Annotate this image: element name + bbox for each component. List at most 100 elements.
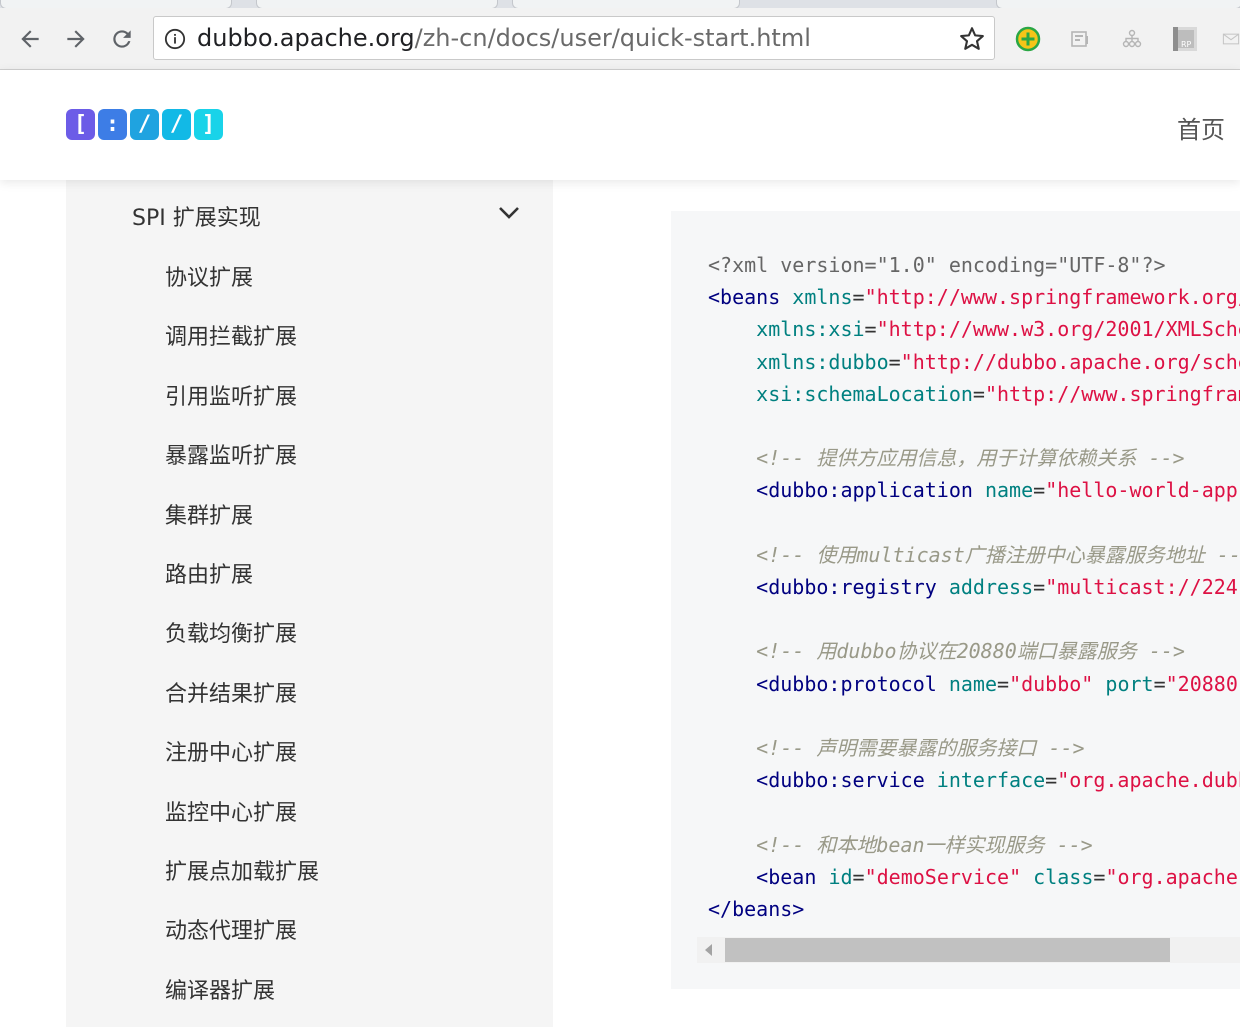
extension-icon: [1015, 26, 1041, 52]
code-token: =: [1045, 768, 1058, 793]
code-token: "org.apache.dubbo.demo.DemoService": [1057, 768, 1240, 793]
code-token: <dubbo:registry: [756, 575, 937, 600]
horizontal-scrollbar[interactable]: [697, 937, 1240, 963]
code-token: name: [948, 671, 998, 696]
code-line: <?xml version="1.0" encoding="UTF-8"?>: [708, 253, 1166, 277]
sidebar-item[interactable]: 协议扩展: [165, 260, 253, 292]
code-line: </beans>: [708, 897, 804, 921]
code-line: xmlns:xsi="http://www.w3.org/2001/XMLSch…: [708, 317, 1240, 341]
sidebar-item[interactable]: 调用拦截扩展: [165, 319, 297, 351]
code-token: xmlns:dubbo: [756, 349, 889, 374]
code-token: <?xml version="1.0" encoding="UTF-8"?>: [708, 253, 1166, 277]
dubbo-logo[interactable]: [ : / / ]: [66, 109, 223, 140]
sidebar-item[interactable]: 引用监听扩展: [165, 379, 297, 411]
browser-toolbar: dubbo.apache.org/zh-cn/docs/user/quick-s…: [0, 8, 1240, 70]
code-token: =: [972, 381, 985, 406]
svg-text:RP: RP: [1181, 40, 1192, 49]
info-icon[interactable]: [164, 28, 186, 50]
logo-glyph: [: [66, 109, 95, 140]
code-line: <!-- 和本地bean一样实现服务 -->: [708, 833, 1093, 857]
address-bar[interactable]: dubbo.apache.org/zh-cn/docs/user/quick-s…: [153, 16, 995, 60]
docs-sidebar: SPI 扩展实现 协议扩展调用拦截扩展 引用监听扩展 暴露监听扩展 集群扩展路由扩展负…: [66, 180, 553, 1027]
sidebar-item[interactable]: 动态代理扩展: [165, 913, 297, 945]
code-token: interface: [936, 768, 1046, 793]
reload-button[interactable]: [105, 22, 139, 56]
code-token: =: [852, 285, 865, 310]
sitemap-icon: [1122, 29, 1142, 48]
code-line: <beans xmlns="http://www.springframework…: [708, 285, 1240, 309]
star-icon[interactable]: [958, 25, 986, 53]
nav-home-link[interactable]: 首页: [1177, 110, 1225, 145]
code-block: <?xml version="1.0" encoding="UTF-8"?> <…: [671, 211, 1240, 989]
forward-button[interactable]: [59, 22, 93, 56]
code-token: "http://dubbo.apache.org/schema/dubbo": [900, 349, 1240, 374]
code-token: =: [1153, 671, 1166, 696]
code-content: <?xml version="1.0" encoding="UTF-8"?> <…: [708, 249, 1240, 925]
code-token: =: [997, 671, 1010, 696]
sidebar-item[interactable]: 编译器扩展: [165, 973, 275, 1005]
code-token: "multicast://224.5.6.7:1234": [1045, 575, 1240, 600]
back-button[interactable]: [13, 22, 47, 56]
code-token: =: [1033, 575, 1046, 600]
code-line: <dubbo:service interface="org.apache.dub…: [708, 768, 1240, 792]
code-token: "hello-world-app": [1045, 478, 1240, 503]
scrollbar-thumb[interactable]: [725, 938, 1170, 962]
sidebar-item[interactable]: 注册中心扩展: [165, 735, 297, 767]
logo-glyph: :: [98, 109, 127, 140]
chevron-down-icon[interactable]: [498, 206, 520, 220]
code-line: <!-- 用dubbo协议在20880端口暴露服务 -->: [708, 639, 1185, 663]
code-line: <dubbo:protocol name="dubbo" port="20880…: [708, 672, 1240, 696]
code-token: "org.apache.dubbo.demo.provider": [1105, 864, 1240, 889]
reload-icon: [113, 30, 131, 48]
scroll-left-arrow-icon[interactable]: [705, 944, 712, 956]
mail-button[interactable]: [1222, 25, 1240, 53]
sidebar-item[interactable]: 路由扩展: [165, 557, 253, 589]
code-token: class: [1033, 864, 1094, 889]
rp-button[interactable]: RP: [1170, 25, 1200, 53]
code-line: <!-- 使用multicast广播注册中心暴露服务地址 -->: [708, 543, 1240, 567]
url-text[interactable]: dubbo.apache.org/zh-cn/docs/user/quick-s…: [197, 17, 811, 59]
sidebar-item[interactable]: 集群扩展: [165, 498, 253, 530]
sidebar-group-spi[interactable]: SPI 扩展实现: [132, 200, 261, 232]
sidebar-item[interactable]: 扩展点加载扩展: [165, 854, 319, 886]
code-line: xsi:schemaLocation="http://www.springfra…: [708, 382, 1240, 406]
sidebar-item[interactable]: 负载均衡扩展: [165, 616, 297, 648]
extension-button[interactable]: [1014, 25, 1042, 53]
code-token: =: [888, 349, 901, 374]
code-line: <!-- 声明需要暴露的服务接口 -->: [708, 736, 1085, 761]
url-host: dubbo.apache.org: [197, 24, 415, 52]
mail-icon: [1222, 33, 1240, 45]
logo-glyph: /: [162, 109, 191, 140]
forward-icon: [67, 30, 85, 48]
code-token: name: [984, 478, 1034, 503]
code-token: <!-- 使用multicast广播注册中心暴露服务地址 -->: [756, 542, 1240, 567]
site-header: [ : / / ] 首页: [0, 70, 1240, 180]
code-line: <dubbo:registry address="multicast://224…: [708, 575, 1240, 599]
sidebar-item[interactable]: 监控中心扩展: [165, 795, 297, 827]
code-token: <!-- 声明需要暴露的服务接口 -->: [756, 736, 1085, 761]
code-token: <dubbo:service: [756, 768, 925, 793]
code-token: "http://www.springframework.org/schema/b…: [984, 381, 1240, 406]
sidebar-item[interactable]: 暴露监听扩展: [165, 438, 297, 470]
sitemap-button[interactable]: [1120, 25, 1144, 53]
reader-button[interactable]: [1068, 25, 1092, 53]
code-line: <!-- 提供方应用信息，用于计算依赖关系 -->: [708, 446, 1184, 470]
browser-tabstrip: [0, 0, 1240, 9]
sidebar-item[interactable]: 合并结果扩展: [165, 676, 297, 708]
code-token: </beans>: [708, 897, 805, 922]
